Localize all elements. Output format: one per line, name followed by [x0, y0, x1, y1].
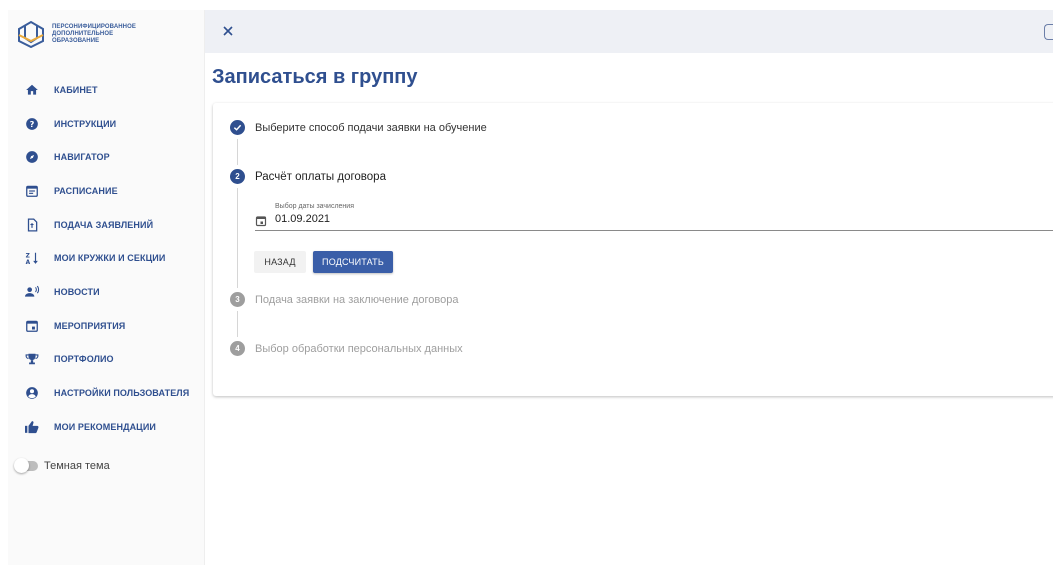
- step-4[interactable]: 4 Выбор обработки персональных данных: [230, 341, 463, 356]
- dark-theme-toggle[interactable]: Темная тема: [14, 458, 110, 473]
- sidebar-item-portfolio[interactable]: ПОРТФОЛИО: [8, 343, 205, 377]
- svg-text:A: A: [26, 260, 31, 265]
- sidebar-item-navigator[interactable]: НАВИГАТОР: [8, 140, 205, 174]
- dark-theme-label: Темная тема: [44, 460, 110, 472]
- home-icon: [24, 82, 40, 98]
- sidebar-item-recommendations[interactable]: МОИ РЕКОМЕНДАЦИИ: [8, 410, 205, 444]
- close-icon[interactable]: [219, 22, 237, 40]
- step-2[interactable]: 2 Расчёт оплаты договора: [230, 169, 386, 184]
- sidebar-item-label: ПОДАЧА ЗАЯВЛЕНИЙ: [54, 219, 154, 230]
- step-label: Выберите способ подачи заявки на обучени…: [255, 121, 487, 134]
- step-connector: [237, 311, 238, 337]
- stepper-card: Выберите способ подачи заявки на обучени…: [213, 103, 1053, 396]
- enrollment-date-field[interactable]: Выбор даты зачисления 01.09.2021: [255, 201, 1053, 231]
- step-label: Выбор обработки персональных данных: [255, 342, 463, 355]
- trophy-icon: [24, 351, 40, 367]
- logo-line-2: ДОПОЛНИТЕЛЬНОЕ: [52, 31, 114, 37]
- sidebar-item-label: МОИ КРУЖКИ И СЕКЦИИ: [54, 253, 166, 264]
- sidebar-nav: КАБИНЕТ ? ИНСТРУКЦИИ НАВИГАТОР РАСПИСАНИ…: [8, 73, 205, 444]
- sidebar-item-label: НОВОСТИ: [54, 286, 100, 297]
- toggle-switch[interactable]: [14, 458, 38, 473]
- calculate-button[interactable]: ПОДСЧИТАТЬ: [313, 251, 393, 273]
- back-button[interactable]: НАЗАД: [254, 251, 306, 273]
- sidebar-item-applications[interactable]: ПОДАЧА ЗАЯВЛЕНИЙ: [8, 208, 205, 242]
- top-bar: [205, 10, 1053, 53]
- date-field-value[interactable]: 01.09.2021: [275, 213, 330, 225]
- compass-icon: [24, 149, 40, 165]
- sidebar-item-events[interactable]: МЕРОПРИЯТИЯ: [8, 309, 205, 343]
- sidebar-item-news[interactable]: НОВОСТИ: [8, 275, 205, 309]
- logo-line-3: ОБРАЗОВАНИЕ: [52, 38, 100, 44]
- help-icon: ?: [24, 116, 40, 132]
- check-circle-icon: [230, 120, 245, 135]
- sidebar-item-label: ПОРТФОЛИО: [54, 354, 114, 365]
- step-number: 2: [230, 169, 245, 184]
- app-logo[interactable]: ПЕРСОНИФИЦИРОВАННОЕ ДОПОЛНИТЕЛЬНОЕ ОБРАЗ…: [8, 10, 205, 60]
- step-number: 3: [230, 292, 245, 307]
- date-field-label: Выбор даты зачисления: [275, 203, 354, 210]
- sidebar-item-instructions[interactable]: ? ИНСТРУКЦИИ: [8, 107, 205, 141]
- sidebar-item-clubs[interactable]: ZA МОИ КРУЖКИ И СЕКЦИИ: [8, 241, 205, 275]
- step-connector: [237, 188, 238, 288]
- logo-line-1: ПЕРСОНИФИЦИРОВАННОЕ: [52, 24, 136, 30]
- sort-icon: ZA: [24, 250, 40, 266]
- step-label: Подача заявки на заключение договора: [255, 293, 459, 306]
- sidebar-item-label: КАБИНЕТ: [54, 84, 98, 95]
- file-upload-icon: [24, 217, 40, 233]
- svg-text:Z: Z: [26, 254, 30, 260]
- step-label: Расчёт оплаты договора: [255, 170, 386, 183]
- schedule-icon: [24, 183, 40, 199]
- step-connector: [237, 139, 238, 165]
- sidebar-item-cabinet[interactable]: КАБИНЕТ: [8, 73, 205, 107]
- toggle-knob: [14, 458, 29, 473]
- step-3[interactable]: 3 Подача заявки на заключение договора: [230, 292, 458, 307]
- thumb-up-icon: [24, 419, 40, 435]
- announcement-icon: [24, 284, 40, 300]
- svg-text:?: ?: [30, 118, 35, 128]
- sidebar-item-label: МОИ РЕКОМЕНДАЦИИ: [54, 421, 156, 432]
- event-icon: [24, 318, 40, 334]
- sidebar-item-label: МЕРОПРИЯТИЯ: [54, 320, 126, 331]
- sidebar-item-label: НАСТРОЙКИ ПОЛЬЗОВАТЕЛЯ: [54, 388, 190, 399]
- sidebar-item-label: НАВИГАТОР: [54, 152, 110, 163]
- sidebar-item-schedule[interactable]: РАСПИСАНИЕ: [8, 174, 205, 208]
- page-title: Записаться в группу: [212, 66, 418, 88]
- sidebar-item-label: РАСПИСАНИЕ: [54, 185, 118, 196]
- sidebar: ПЕРСОНИФИЦИРОВАННОЕ ДОПОЛНИТЕЛЬНОЕ ОБРАЗ…: [8, 10, 205, 565]
- sidebar-item-user-settings[interactable]: НАСТРОЙКИ ПОЛЬЗОВАТЕЛЯ: [8, 376, 205, 410]
- account-icon: [24, 385, 40, 401]
- sidebar-item-label: ИНСТРУКЦИИ: [54, 118, 117, 129]
- step-1[interactable]: Выберите способ подачи заявки на обучени…: [230, 120, 487, 135]
- step-number: 4: [230, 341, 245, 356]
- menu-edge-icon[interactable]: [1044, 24, 1053, 40]
- calendar-icon[interactable]: [255, 214, 267, 232]
- logo-icon: [18, 20, 44, 48]
- logo-text: ПЕРСОНИФИЦИРОВАННОЕ ДОПОЛНИТЕЛЬНОЕ ОБРАЗ…: [52, 24, 136, 45]
